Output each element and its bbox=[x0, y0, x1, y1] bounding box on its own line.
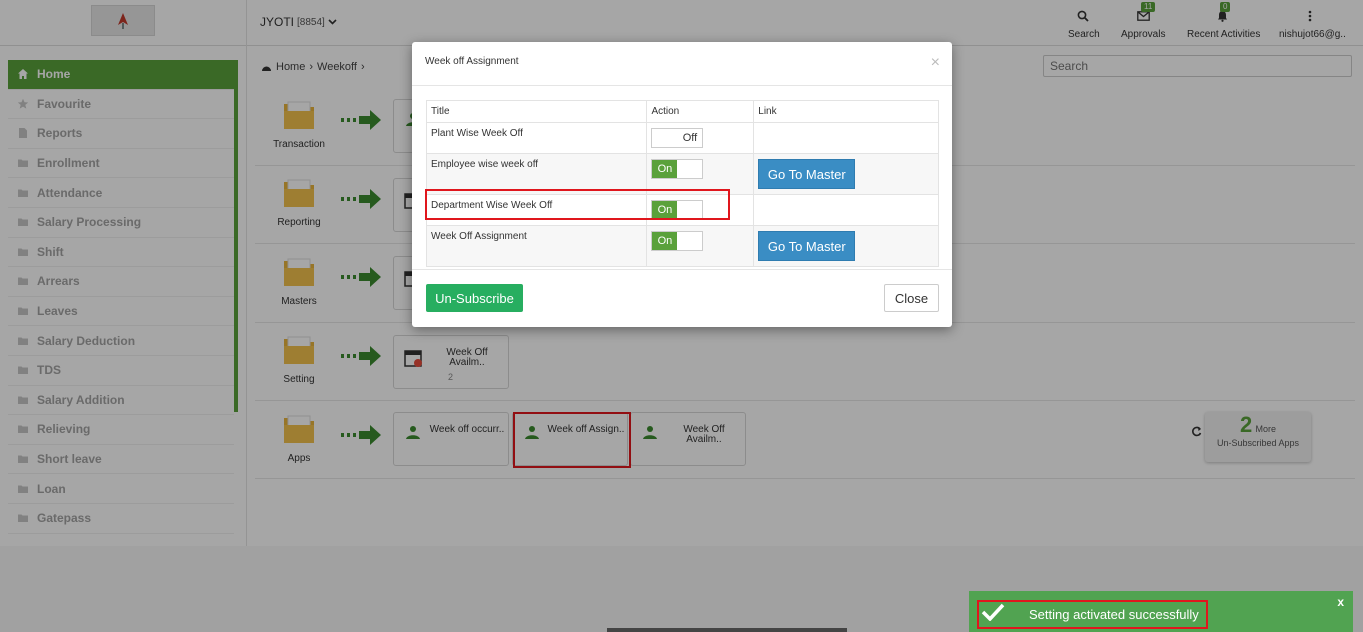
unsubscribe-button[interactable]: Un-Subscribe bbox=[426, 284, 523, 312]
toggle-state: On bbox=[652, 232, 678, 250]
modal-title: Week off Assignment bbox=[425, 56, 519, 67]
column-header-link: Link bbox=[753, 100, 939, 123]
modal-header: Week off Assignment × bbox=[412, 42, 952, 86]
row-link-cell bbox=[753, 194, 939, 226]
row-action-cell: Off bbox=[646, 122, 755, 154]
modal-footer: Un-Subscribe Close bbox=[412, 269, 952, 327]
week-off-assignment-toggle[interactable]: On bbox=[651, 231, 704, 251]
toast-close-icon[interactable]: x bbox=[1337, 595, 1344, 609]
go-to-master-button[interactable]: Go To Master bbox=[758, 159, 856, 189]
table-row: Week Off Assignment On Go To Master bbox=[425, 225, 939, 267]
column-header-title: Title bbox=[425, 100, 648, 123]
week-off-assignment-modal: Week off Assignment × Title Action Link … bbox=[412, 42, 952, 327]
row-link-cell: Go To Master bbox=[753, 225, 939, 267]
employee-wise-toggle[interactable]: On bbox=[651, 159, 704, 179]
highlight-box bbox=[425, 189, 730, 220]
toggle-blank bbox=[677, 160, 703, 178]
row-link-cell: Go To Master bbox=[753, 153, 939, 195]
table-header-row: Title Action Link bbox=[425, 100, 939, 123]
toggle-blank bbox=[652, 129, 678, 147]
close-button[interactable]: Close bbox=[884, 284, 939, 312]
plant-wise-toggle[interactable]: Off bbox=[651, 128, 704, 148]
row-title: Week Off Assignment bbox=[425, 225, 648, 267]
close-icon[interactable]: × bbox=[931, 54, 940, 72]
toggle-state: On bbox=[652, 160, 678, 178]
row-title: Plant Wise Week Off bbox=[425, 122, 648, 154]
column-header-action: Action bbox=[646, 100, 755, 123]
scrollbar[interactable] bbox=[607, 628, 847, 632]
toggle-blank bbox=[677, 232, 703, 250]
settings-table: Title Action Link Plant Wise Week Off Of… bbox=[425, 100, 939, 267]
go-to-master-button[interactable]: Go To Master bbox=[758, 231, 856, 261]
toggle-state: Off bbox=[682, 132, 698, 144]
row-action-cell: On bbox=[646, 225, 755, 267]
row-link-cell bbox=[753, 122, 939, 154]
highlight-box bbox=[977, 600, 1208, 629]
table-row: Plant Wise Week Off Off bbox=[425, 122, 939, 154]
